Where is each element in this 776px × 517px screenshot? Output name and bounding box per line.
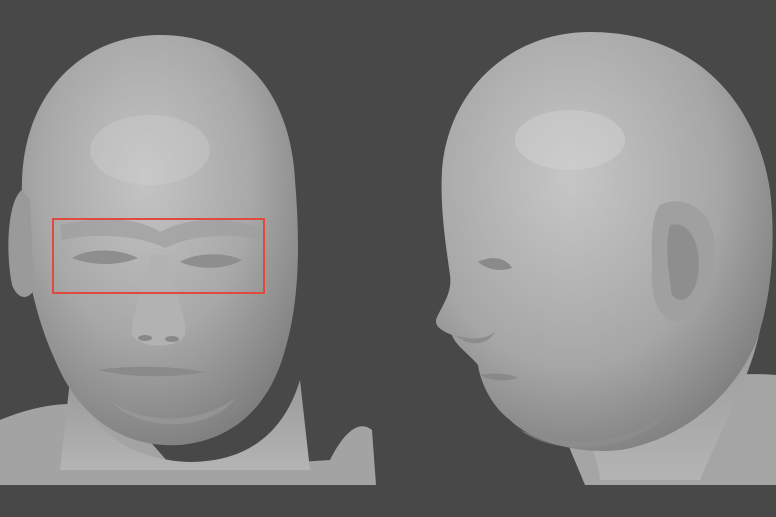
front-nostril-left bbox=[138, 335, 152, 341]
scene-canvas bbox=[0, 32, 776, 485]
front-left-ear bbox=[8, 190, 34, 297]
front-view bbox=[0, 35, 376, 485]
sculpt-viewport[interactable] bbox=[0, 0, 776, 517]
side-head bbox=[435, 32, 773, 451]
side-view bbox=[435, 32, 776, 485]
side-scalp-highlight bbox=[515, 110, 625, 170]
front-forehead-highlight bbox=[90, 115, 210, 185]
front-nostril-right bbox=[165, 336, 179, 342]
